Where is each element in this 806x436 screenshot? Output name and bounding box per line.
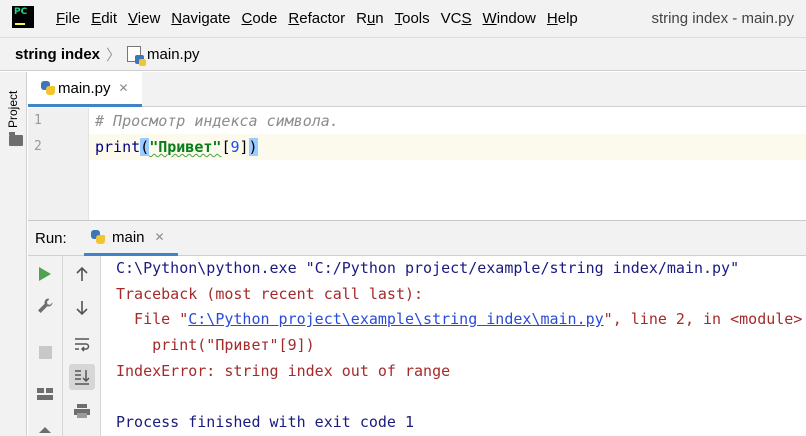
menu-refactor[interactable]: Refactor bbox=[288, 10, 345, 27]
stop-icon bbox=[38, 345, 52, 359]
menu-navigate[interactable]: Navigate bbox=[171, 10, 230, 27]
breadcrumb-file[interactable]: main.py bbox=[147, 46, 200, 63]
project-tab-label: Project bbox=[6, 90, 20, 128]
scroll-to-end-button[interactable] bbox=[69, 364, 95, 390]
python-icon bbox=[90, 229, 106, 245]
line-number: 1 bbox=[34, 113, 42, 128]
layout-icon bbox=[37, 388, 53, 400]
project-tool-tab[interactable]: Project bbox=[2, 78, 24, 148]
console-command-line: C:\Python\python.exe "C:/Python project/… bbox=[116, 259, 740, 277]
run-tab-main[interactable]: main ✕ bbox=[84, 221, 178, 256]
menu-bar: PC File Edit View Navigate Code Refactor… bbox=[0, 0, 806, 37]
soft-wrap-button[interactable] bbox=[69, 331, 95, 357]
menu-vcs[interactable]: VCS bbox=[441, 10, 472, 27]
code-string: "Привет" bbox=[149, 138, 222, 156]
editor-empty-area[interactable] bbox=[28, 192, 806, 220]
logo-bar bbox=[15, 23, 25, 25]
code-paren: ) bbox=[248, 138, 258, 156]
left-tool-strip: Project bbox=[0, 72, 27, 436]
tab-main-py[interactable]: main.py ✕ bbox=[28, 72, 142, 107]
gutter-empty bbox=[28, 192, 89, 220]
soft-wrap-icon bbox=[75, 338, 90, 352]
stop-button[interactable] bbox=[32, 339, 58, 365]
arrow-up-icon bbox=[76, 266, 88, 281]
scroll-up-button[interactable] bbox=[69, 261, 95, 287]
scroll-to-end-icon bbox=[75, 370, 90, 385]
python-icon bbox=[40, 80, 56, 96]
folder-icon bbox=[9, 132, 23, 146]
breadcrumb: string index 〉 main.py bbox=[0, 37, 806, 71]
pin-icon bbox=[39, 427, 51, 433]
console-traceback-file: File "C:\Python project\example\string i… bbox=[116, 310, 803, 328]
menu-edit[interactable]: Edit bbox=[91, 10, 117, 27]
breadcrumb-separator: 〉 bbox=[106, 46, 122, 64]
console-exit-message: Process finished with exit code 1 bbox=[116, 413, 415, 431]
window-title: string index - main.py bbox=[651, 10, 794, 27]
code-number: 9 bbox=[230, 138, 240, 156]
tab-label: main.py bbox=[58, 79, 111, 97]
menu-view[interactable]: View bbox=[128, 10, 160, 27]
scroll-down-button[interactable] bbox=[69, 295, 95, 321]
console-traceback-header: Traceback (most recent call last): bbox=[116, 285, 424, 303]
run-toolbar-secondary bbox=[63, 256, 101, 436]
menu-code[interactable]: Code bbox=[242, 10, 278, 27]
pin-tab-button[interactable] bbox=[32, 420, 58, 436]
line-number: 2 bbox=[34, 139, 42, 154]
editor-tab-bar: main.py ✕ bbox=[28, 72, 806, 107]
menu-file[interactable]: File bbox=[56, 10, 80, 27]
code-paren: ( bbox=[140, 138, 150, 156]
code-line-2[interactable]: print("Привет"[9]) bbox=[89, 134, 806, 160]
print-button[interactable] bbox=[69, 398, 95, 424]
logo-text: PC bbox=[14, 7, 28, 17]
menu-run[interactable]: Run bbox=[356, 10, 384, 27]
console-traceback-code: print("Привет"[9]) bbox=[116, 336, 315, 354]
code-builtin: print bbox=[95, 138, 141, 156]
printer-icon bbox=[74, 404, 90, 418]
close-icon[interactable]: ✕ bbox=[155, 230, 165, 244]
close-icon[interactable]: ✕ bbox=[119, 81, 129, 95]
code-editor[interactable]: 1 2 # Просмотр индекса символа. print("П… bbox=[28, 108, 806, 192]
run-tab-label: main bbox=[112, 228, 145, 246]
menu-window[interactable]: Window bbox=[483, 10, 536, 27]
python-file-icon bbox=[127, 46, 147, 66]
console-error-message: IndexError: string index out of range bbox=[116, 362, 451, 380]
console-output[interactable]: C:\Python\python.exe "C:/Python project/… bbox=[102, 256, 806, 436]
traceback-file-link[interactable]: C:\Python project\example\string index\m… bbox=[188, 310, 603, 328]
layout-button[interactable] bbox=[32, 381, 58, 407]
play-icon bbox=[39, 267, 51, 281]
line-number-gutter: 1 2 bbox=[28, 108, 89, 192]
wrench-icon bbox=[38, 298, 53, 313]
arrow-down-icon bbox=[76, 301, 88, 316]
code-comment: # Просмотр индекса символа. bbox=[95, 112, 339, 130]
breadcrumb-project[interactable]: string index bbox=[15, 46, 100, 63]
run-panel-header: Run: main ✕ bbox=[28, 220, 806, 256]
menu-tools[interactable]: Tools bbox=[395, 10, 430, 27]
code-bracket: ] bbox=[239, 138, 249, 156]
code-line-1[interactable]: # Просмотр индекса символа. bbox=[89, 108, 806, 134]
edit-configuration-button[interactable] bbox=[32, 293, 58, 319]
main-menu: File Edit View Navigate Code Refactor Ru… bbox=[56, 0, 589, 37]
menu-help[interactable]: Help bbox=[547, 10, 578, 27]
run-toolbar-primary bbox=[28, 256, 63, 436]
run-label: Run: bbox=[35, 230, 67, 247]
rerun-button[interactable] bbox=[32, 261, 58, 287]
pycharm-logo-icon[interactable]: PC bbox=[12, 6, 34, 28]
